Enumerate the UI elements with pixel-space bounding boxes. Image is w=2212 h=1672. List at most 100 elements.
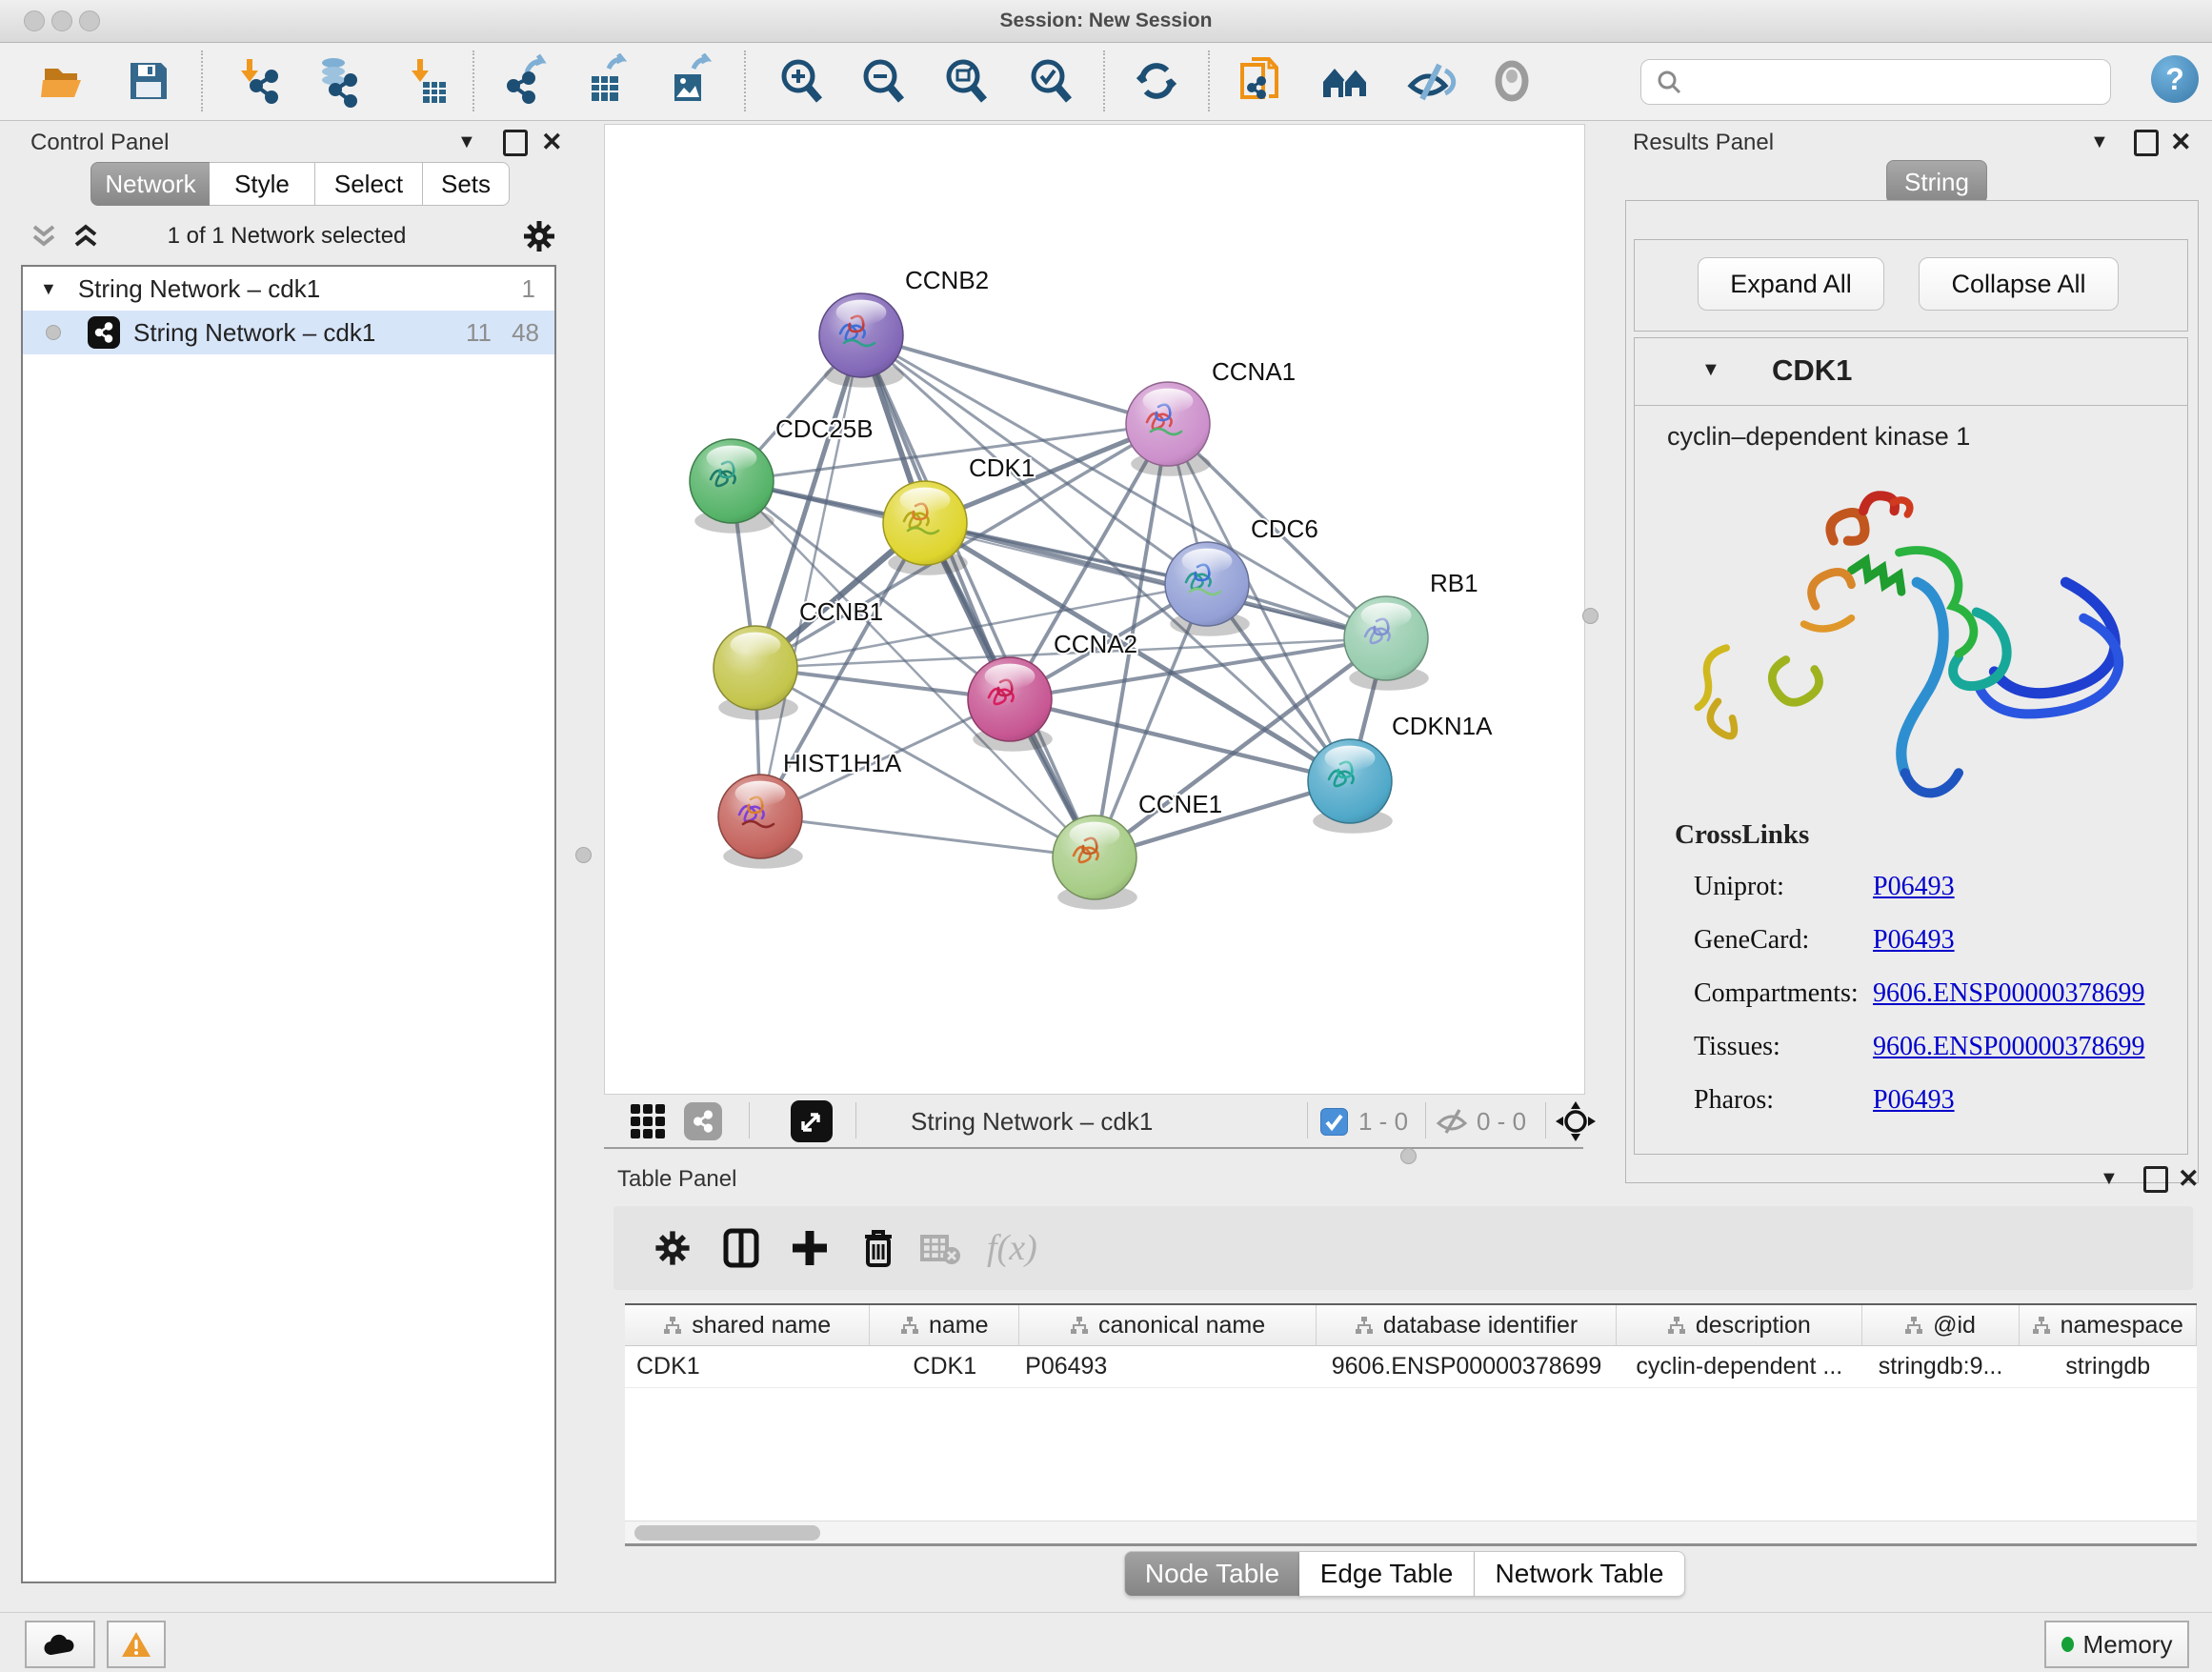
network-node-CDKN1A[interactable]: CDKN1A — [1308, 712, 1493, 834]
crosslink-genecard-link[interactable]: P06493 — [1873, 925, 1955, 956]
birds-eye-view-button[interactable] — [791, 1100, 833, 1142]
export-network-button[interactable] — [498, 53, 553, 109]
network-edge-CCNB2-CCNE1[interactable] — [861, 335, 1095, 857]
network-edge-CCNB2-CCNA1[interactable] — [861, 335, 1168, 424]
tab-string[interactable]: String — [1886, 160, 1987, 204]
tab-node-table[interactable]: Node Table — [1124, 1551, 1300, 1597]
control-panel-close-icon[interactable]: ✕ — [541, 128, 563, 157]
warnings-button[interactable] — [107, 1621, 166, 1668]
create-column-plus-icon[interactable] — [789, 1227, 831, 1269]
cloud-button[interactable] — [25, 1621, 95, 1668]
memory-label: Memory — [2083, 1630, 2173, 1660]
table-cell[interactable]: stringdb:9... — [1862, 1346, 2020, 1387]
network-edge-CCNB2-HIST1H1A[interactable] — [760, 335, 861, 816]
table-cell[interactable]: CDK1 — [625, 1346, 870, 1387]
export-table-button[interactable] — [580, 53, 635, 109]
collapse-all-button[interactable]: Collapse All — [1919, 257, 2119, 311]
help-button[interactable]: ? — [2151, 55, 2199, 103]
table-panel-float-icon[interactable] — [2143, 1166, 2168, 1193]
right-splitter-handle[interactable] — [1582, 608, 1599, 624]
control-panel-collapse-icon[interactable]: ▼ — [457, 131, 476, 153]
eye-button[interactable] — [1484, 53, 1539, 109]
network-node-RB1[interactable]: RB1 — [1344, 569, 1478, 691]
tab-style[interactable]: Style — [210, 162, 315, 206]
save-session-button[interactable] — [121, 53, 176, 109]
table-cell[interactable]: CDK1 — [870, 1346, 1019, 1387]
houses-icon — [1317, 53, 1373, 109]
import-network-database-button[interactable] — [311, 53, 366, 109]
results-panel-close-icon[interactable]: ✕ — [2170, 128, 2192, 157]
tab-select[interactable]: Select — [315, 162, 423, 206]
network-node-CDC6[interactable]: CDC6 — [1165, 514, 1318, 636]
selected-checkbox[interactable] — [1320, 1108, 1348, 1136]
search-input[interactable] — [1691, 68, 2110, 96]
open-file-button[interactable] — [37, 53, 92, 109]
network-node-HIST1H1A[interactable]: HIST1H1A — [718, 749, 902, 869]
show-hide-button[interactable] — [1401, 53, 1457, 109]
results-panel-collapse-icon[interactable]: ▼ — [2090, 131, 2109, 153]
network-graph[interactable]: CCNB2CCNA1CDC25BCDK1CDC6RB1CCNB1CCNA2CDK… — [605, 125, 1582, 1092]
network-view-icon[interactable] — [684, 1102, 722, 1140]
table-panel-close-icon[interactable]: ✕ — [2178, 1164, 2200, 1194]
fit-content-crosshair-icon[interactable] — [1555, 1100, 1597, 1142]
network-options-gear-icon[interactable] — [520, 217, 558, 255]
import-table-button[interactable] — [398, 53, 453, 109]
collection-expand-caret[interactable]: ▼ — [40, 279, 57, 299]
zoom-in-button[interactable] — [774, 53, 829, 109]
crosslink-uniprot-link[interactable]: P06493 — [1873, 872, 1955, 902]
delete-column-trash-icon[interactable] — [857, 1225, 899, 1271]
export-image-button[interactable] — [663, 53, 718, 109]
tab-edge-table[interactable]: Edge Table — [1299, 1551, 1475, 1597]
grid-view-icon[interactable] — [629, 1102, 667, 1140]
toolbar-separator — [749, 1102, 750, 1138]
network-node-CCNA1[interactable]: CCNA1 — [1126, 357, 1296, 476]
horizontal-scrollbar[interactable] — [625, 1521, 2197, 1544]
table-cell[interactable]: cyclin-dependent ... — [1617, 1346, 1861, 1387]
network-view-canvas[interactable]: CCNB2CCNA1CDC25BCDK1CDC6RB1CCNB1CCNA2CDK… — [604, 124, 1585, 1095]
column-header-canonical-name[interactable]: canonical name — [1019, 1305, 1317, 1346]
tab-sets[interactable]: Sets — [423, 162, 510, 206]
search-field[interactable] — [1640, 59, 2111, 105]
tab-network-table[interactable]: Network Table — [1475, 1551, 1685, 1597]
column-header-shared-name[interactable]: shared name — [625, 1305, 870, 1346]
network-collection-row[interactable]: ▼ String Network – cdk1 1 — [23, 267, 554, 311]
node-entry-header[interactable]: ▼ CDK1 — [1635, 338, 2187, 406]
tab-network[interactable]: Network — [90, 162, 211, 206]
network-node-CCNE1[interactable]: CCNE1 — [1053, 790, 1222, 910]
table-panel-collapse-icon[interactable]: ▼ — [2100, 1168, 2119, 1190]
column-header-name[interactable]: name — [870, 1305, 1019, 1346]
table-cell[interactable]: P06493 — [1019, 1346, 1317, 1387]
zoom-selected-button[interactable] — [1023, 53, 1078, 109]
crosslink-tissues-link[interactable]: 9606.ENSP00000378699 — [1873, 1032, 2144, 1062]
scrollbar-thumb[interactable] — [634, 1525, 820, 1541]
memory-button[interactable]: Memory — [2044, 1621, 2189, 1668]
expand-collapse-box: Expand All Collapse All — [1634, 239, 2188, 332]
column-header-label: database identifier — [1383, 1312, 1578, 1340]
network-node-CCNB2[interactable]: CCNB2 — [819, 266, 989, 388]
table-row[interactable]: CDK1CDK1P064939606.ENSP00000378699cyclin… — [625, 1346, 2197, 1388]
column-header-database-identifier[interactable]: database identifier — [1317, 1305, 1617, 1346]
column-header-description[interactable]: description — [1617, 1305, 1861, 1346]
results-panel-float-icon[interactable] — [2134, 130, 2159, 156]
import-network-file-button[interactable] — [231, 53, 287, 109]
show-columns-icon[interactable] — [720, 1227, 762, 1269]
table-options-gear-icon[interactable] — [652, 1227, 694, 1269]
entry-collapse-caret[interactable]: ▼ — [1701, 359, 1720, 381]
zoom-fit-button[interactable] — [938, 53, 994, 109]
column-header--id[interactable]: @id — [1862, 1305, 2020, 1346]
refresh-button[interactable] — [1129, 53, 1184, 109]
clone-network-button[interactable] — [1233, 53, 1288, 109]
control-panel-float-icon[interactable] — [503, 130, 528, 156]
network-row[interactable]: String Network – cdk1 11 48 — [23, 311, 554, 354]
left-splitter-handle[interactable] — [575, 847, 592, 863]
table-cell[interactable]: stringdb — [2020, 1346, 2197, 1387]
column-header-namespace[interactable]: namespace — [2020, 1305, 2197, 1346]
crosslink-pharos-link[interactable]: P06493 — [1873, 1085, 1955, 1116]
zoom-out-button[interactable] — [855, 53, 911, 109]
node-label-HIST1H1A: HIST1H1A — [783, 749, 902, 777]
expand-all-button[interactable]: Expand All — [1698, 257, 1884, 311]
table-cell[interactable]: 9606.ENSP00000378699 — [1317, 1346, 1617, 1387]
crosslink-compartments-link[interactable]: 9606.ENSP00000378699 — [1873, 978, 2144, 1009]
network-edge-HIST1H1A-CCNE1[interactable] — [760, 816, 1095, 857]
first-neighbors-button[interactable] — [1317, 53, 1373, 109]
